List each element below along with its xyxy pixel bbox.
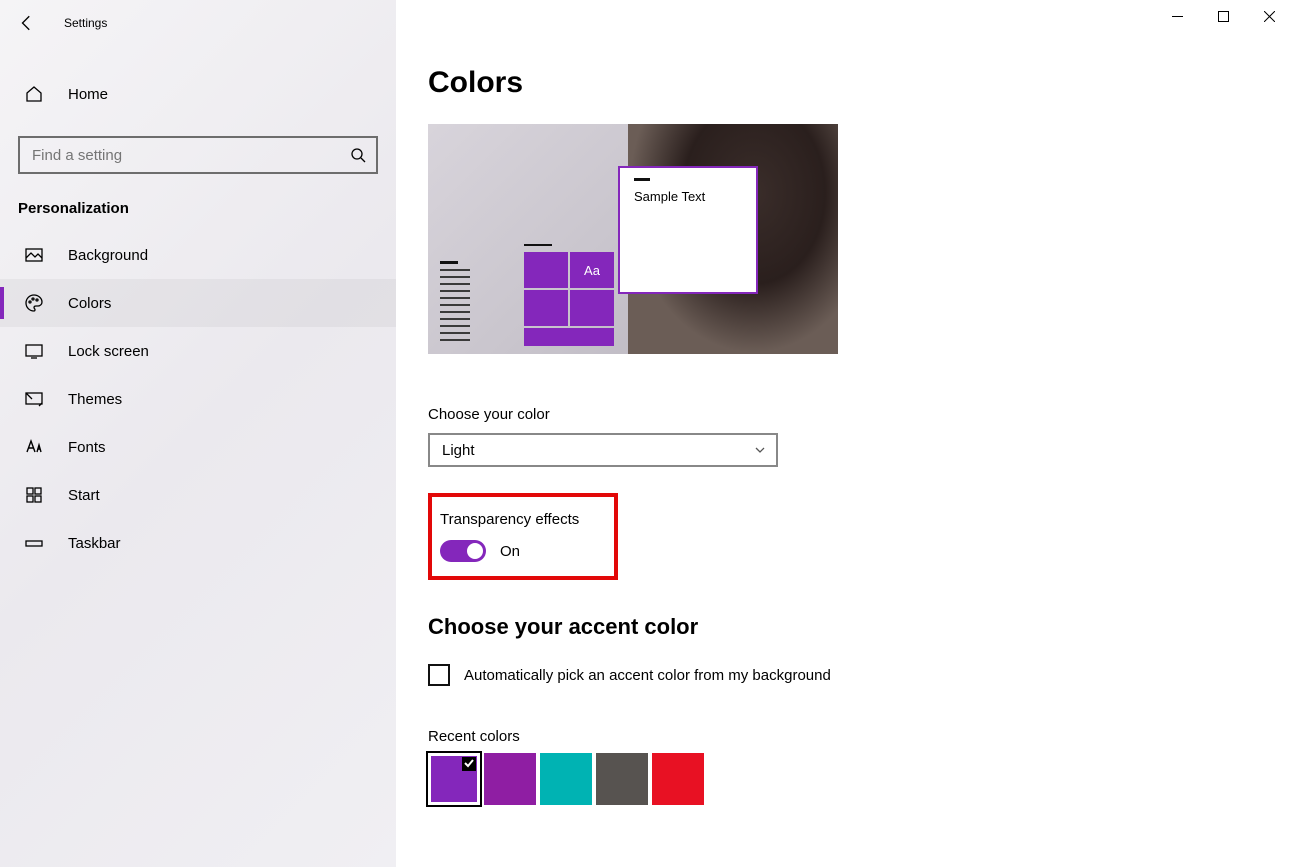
page-title: Colors xyxy=(428,66,1292,100)
app-title: Settings xyxy=(64,16,107,30)
recent-colors-label: Recent colors xyxy=(428,728,1292,745)
window-controls xyxy=(1154,0,1292,32)
recent-colors xyxy=(428,753,1292,805)
home-label: Home xyxy=(68,86,108,103)
nav-label: Taskbar xyxy=(68,535,121,552)
close-button[interactable] xyxy=(1246,0,1292,32)
preview-window: Sample Text xyxy=(618,166,758,294)
start-icon xyxy=(24,485,44,505)
nav-label: Colors xyxy=(68,295,111,312)
color-preview: Aa Sample Text xyxy=(428,124,838,354)
auto-accent-checkbox[interactable] xyxy=(428,664,450,686)
preview-sample-text: Sample Text xyxy=(634,189,742,204)
sidebar-item-taskbar[interactable]: Taskbar xyxy=(0,519,396,567)
back-button[interactable] xyxy=(18,14,36,32)
accent-heading: Choose your accent color xyxy=(428,614,1292,640)
home-icon xyxy=(24,84,44,104)
palette-icon xyxy=(24,293,44,313)
sidebar: Settings Home Personalization Background… xyxy=(0,0,396,867)
auto-accent-label: Automatically pick an accent color from … xyxy=(464,667,831,684)
color-swatch-3[interactable] xyxy=(596,753,648,805)
transparency-highlight: Transparency effects On xyxy=(428,493,618,580)
color-swatch-4[interactable] xyxy=(652,753,704,805)
nav-label: Lock screen xyxy=(68,343,149,360)
nav-label: Start xyxy=(68,487,100,504)
auto-accent-checkbox-row[interactable]: Automatically pick an accent color from … xyxy=(428,664,1292,686)
sidebar-item-fonts[interactable]: Fonts xyxy=(0,423,396,471)
sidebar-item-start[interactable]: Start xyxy=(0,471,396,519)
maximize-button[interactable] xyxy=(1200,0,1246,32)
titlebar: Settings xyxy=(0,8,396,38)
search-icon[interactable] xyxy=(350,147,366,163)
search-input[interactable] xyxy=(18,136,378,174)
choose-color-select[interactable]: Light xyxy=(428,433,778,467)
sidebar-item-home[interactable]: Home xyxy=(0,72,396,116)
chevron-down-icon xyxy=(754,444,766,456)
choose-color-value: Light xyxy=(442,442,475,459)
check-icon xyxy=(463,757,475,769)
choose-color-label: Choose your color xyxy=(428,406,1292,423)
minimize-button[interactable] xyxy=(1154,0,1200,32)
color-swatch-2[interactable] xyxy=(540,753,592,805)
taskbar-icon xyxy=(24,533,44,553)
content-area: Colors Aa Sample Text Choose your color … xyxy=(396,0,1292,867)
preview-start-menu xyxy=(440,261,500,346)
preview-tile-aa: Aa xyxy=(570,252,614,288)
transparency-label: Transparency effects xyxy=(440,511,600,528)
sidebar-item-lockscreen[interactable]: Lock screen xyxy=(0,327,396,375)
nav-label: Themes xyxy=(68,391,122,408)
themes-icon xyxy=(24,389,44,409)
transparency-state: On xyxy=(500,543,520,560)
sidebar-item-colors[interactable]: Colors xyxy=(0,279,396,327)
color-swatch-1[interactable] xyxy=(484,753,536,805)
transparency-toggle[interactable] xyxy=(440,540,486,562)
nav-label: Background xyxy=(68,247,148,264)
lockscreen-icon xyxy=(24,341,44,361)
preview-tiles: Aa xyxy=(524,244,624,346)
fonts-icon xyxy=(24,437,44,457)
nav-label: Fonts xyxy=(68,439,106,456)
color-swatch-0[interactable] xyxy=(428,753,480,805)
section-title: Personalization xyxy=(0,174,396,231)
sidebar-item-themes[interactable]: Themes xyxy=(0,375,396,423)
sidebar-item-background[interactable]: Background xyxy=(0,231,396,279)
picture-icon xyxy=(24,245,44,265)
